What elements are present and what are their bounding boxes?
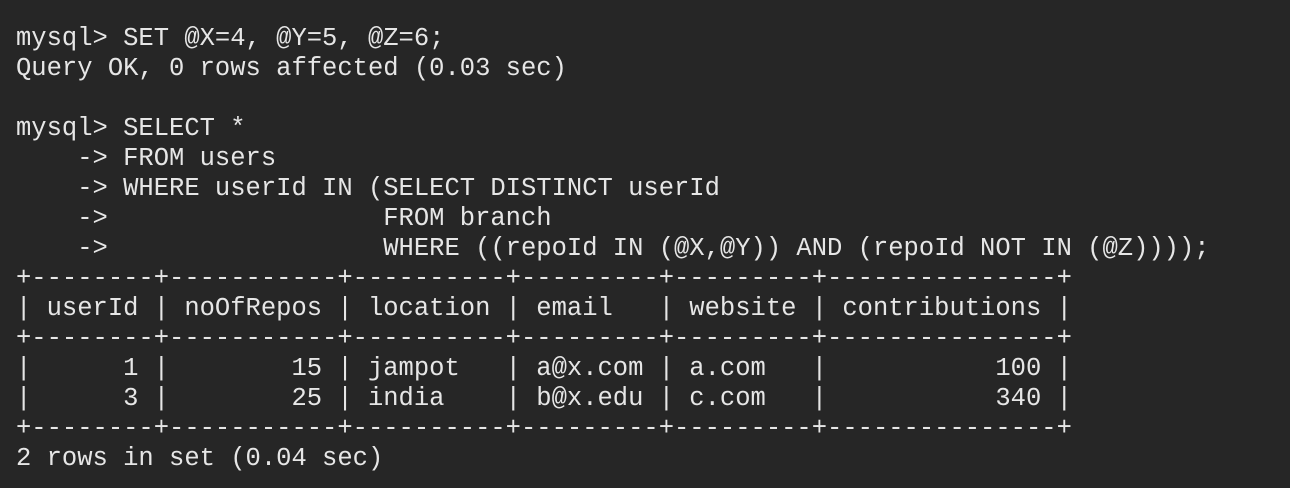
set-command-line: mysql> SET @X=4, @Y=5, @Z=6; [16,24,445,53]
table-header-row: | userId | noOfRepos | location | email … [16,294,1072,323]
terminal-output: mysql> SET @X=4, @Y=5, @Z=6; Query OK, 0… [0,0,1290,488]
table-row: | 3 | 25 | india | b@x.edu | c.com | 340… [16,384,1072,413]
select-command-line: mysql> SELECT * [16,114,246,143]
set-result-line: Query OK, 0 rows affected (0.03 sec) [16,54,567,83]
subquery-from-line: -> FROM branch [16,204,552,233]
table-border-header: +--------+-----------+----------+-------… [16,324,1072,353]
table-border-bottom: +--------+-----------+----------+-------… [16,414,1072,443]
table-row: | 1 | 15 | jampot | a@x.com | a.com | 10… [16,354,1072,383]
where-clause-line: -> WHERE userId IN (SELECT DISTINCT user… [16,174,720,203]
subquery-where-line: -> WHERE ((repoId IN (@X,@Y)) AND (repoI… [16,234,1210,263]
result-summary-line: 2 rows in set (0.04 sec) [16,444,384,473]
from-clause-line: -> FROM users [16,144,277,173]
table-border-top: +--------+-----------+----------+-------… [16,264,1072,293]
